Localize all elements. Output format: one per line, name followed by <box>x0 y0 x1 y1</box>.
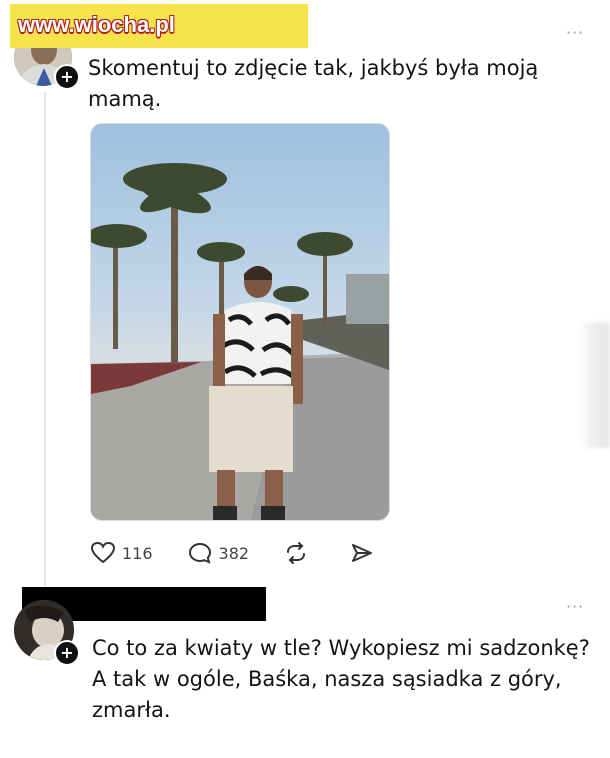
share-button[interactable] <box>349 541 381 565</box>
reply-button[interactable]: 382 <box>187 541 250 565</box>
post-actions: 116 382 <box>90 538 415 568</box>
post-text: Skomentuj to zdjęcie tak, jakbyś była mo… <box>88 56 539 111</box>
like-button[interactable]: 116 <box>90 541 153 565</box>
scrollbar-ghost <box>578 322 610 448</box>
follow-plus-icon[interactable]: + <box>54 640 80 666</box>
heart-icon <box>90 541 116 564</box>
send-icon <box>352 544 373 562</box>
more-horizontal-icon[interactable]: ··· <box>566 599 584 615</box>
thread-line <box>44 92 46 586</box>
post-image[interactable] <box>90 123 390 521</box>
repost-icon <box>287 542 306 564</box>
more-horizontal-icon[interactable]: ··· <box>566 25 584 41</box>
like-count: 116 <box>122 543 153 563</box>
follow-plus-icon[interactable]: + <box>54 64 80 90</box>
repost-button[interactable] <box>283 541 315 565</box>
watermark-text: www.wiocha.pl <box>18 12 175 37</box>
reply-count: 382 <box>218 543 250 563</box>
post-photo <box>91 163 389 520</box>
post-text: Co to za kwiaty w tle? Wykopiesz mi sadz… <box>92 636 590 722</box>
comment-icon <box>188 542 211 564</box>
watermark: www.wiocha.pl <box>10 4 308 48</box>
